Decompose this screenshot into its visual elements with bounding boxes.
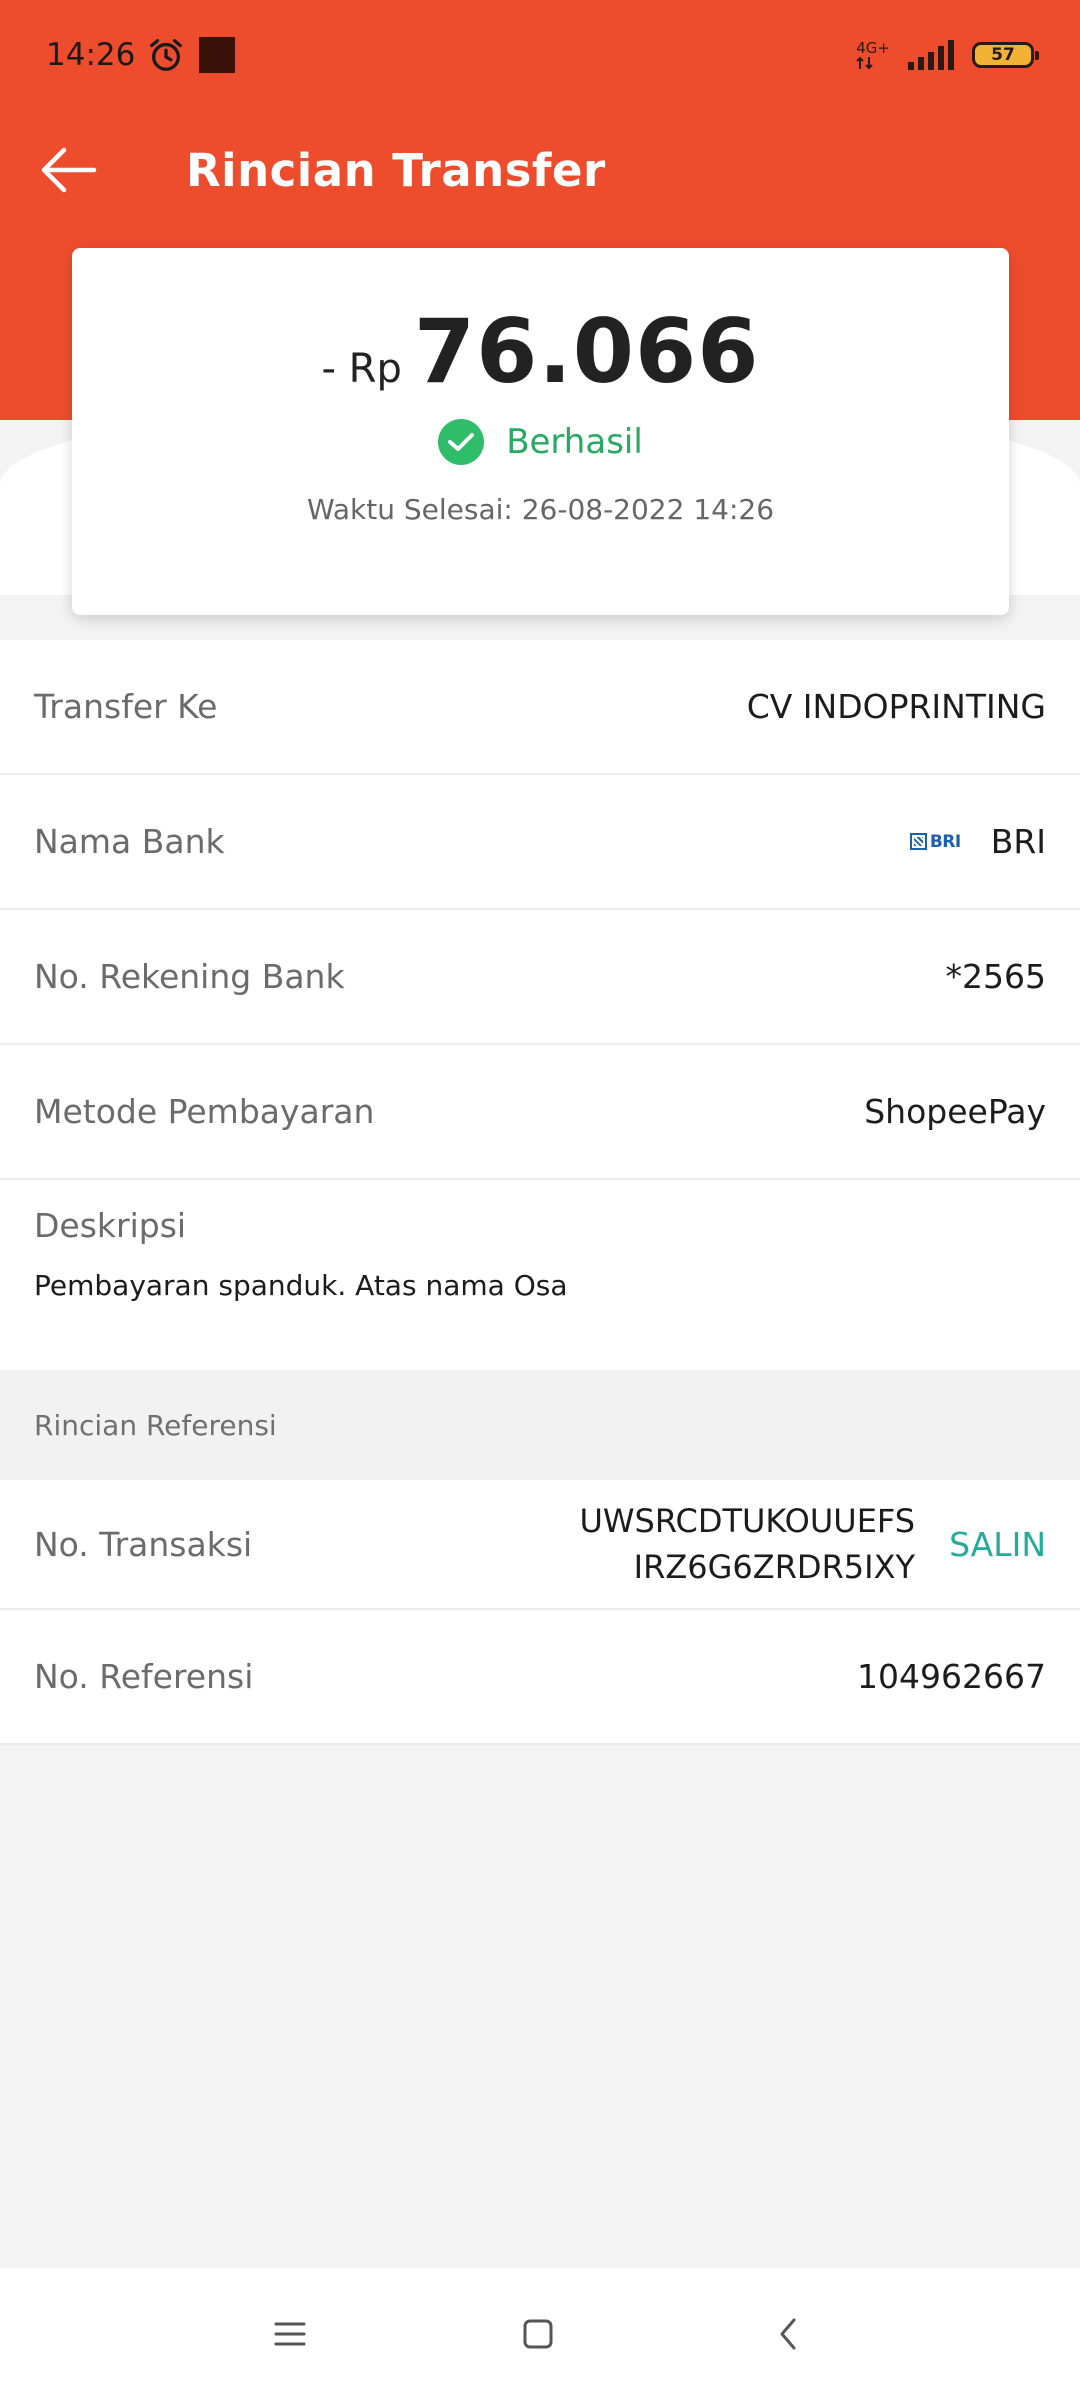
transaction-value-group: UWSRCDTUKOUUEFS IRZ6G6ZRDR5IXY SALIN [579,1498,1046,1590]
method-value: ShopeePay [864,1092,1046,1131]
row-reference-number: No. Referensi 104962667 [0,1610,1080,1745]
row-transfer-to: Transfer Ke CV INDOPRINTING [0,640,1080,775]
alarm-icon [150,39,183,71]
reference-section-header: Rincian Referensi [0,1370,1080,1480]
bri-logo-icon [909,833,927,850]
home-button[interactable] [512,2308,564,2360]
notification-square-icon [199,37,236,73]
status-indicators: 4G+ 57 [856,38,1039,70]
row-transaction-number: No. Transaksi UWSRCDTUKOUUEFS IRZ6G6ZRDR… [0,1480,1080,1610]
bank-value-group: BRI BRI [909,822,1046,861]
row-payment-method: Metode Pembayaran ShopeePay [0,1045,1080,1180]
transaction-id-line1: UWSRCDTUKOUUEFS [579,1502,916,1540]
description-label: Deskripsi [34,1206,187,1245]
transfer-details: Transfer Ke CV INDOPRINTING Nama Bank BR… [0,640,1080,1745]
row-bank-name: Nama Bank BRI BRI [0,775,1080,910]
battery-level: 57 [991,45,1015,65]
row-description: Deskripsi Pembayaran spanduk. Atas nama … [0,1180,1080,1370]
transfer-to-label: Transfer Ke [34,687,218,726]
reference-value: 104962667 [857,1657,1046,1696]
network-type: 4G+ [856,38,890,57]
method-label: Metode Pembayaran [34,1092,375,1131]
nav-back-button[interactable] [762,2308,814,2360]
battery-icon: 57 [972,42,1039,68]
transfer-summary-card: - Rp 76.066 Berhasil Waktu Selesai: 26-0… [72,248,1009,615]
reference-label: No. Referensi [34,1657,254,1696]
bank-value: BRI [990,822,1046,861]
home-icon [523,2319,553,2349]
transaction-id-line2: IRZ6G6ZRDR5IXY [633,1548,916,1586]
amount-value: 76.066 [413,300,760,403]
app-bar: Rincian Transfer [0,110,1080,230]
bank-label: Nama Bank [34,822,225,861]
bri-logo: BRI [909,831,961,852]
network-indicator: 4G+ [856,38,890,70]
account-value: *2565 [945,957,1046,996]
copy-button[interactable]: SALIN [949,1525,1046,1564]
status-badge: Berhasil [506,422,643,462]
check-circle-icon [438,419,485,465]
transaction-label: No. Transaksi [34,1524,253,1564]
amount-prefix: - Rp [321,346,402,392]
status-time: 14:26 [46,37,136,73]
transaction-id: UWSRCDTUKOUUEFS IRZ6G6ZRDR5IXY [579,1498,915,1590]
menu-icon [274,2322,306,2346]
back-button[interactable] [36,138,100,202]
transfer-detail-screen: 14:26 4G+ 57 Rincian Transfer - Rp 76.06… [0,0,1080,2400]
menu-button[interactable] [264,2308,316,2360]
finish-time: Waktu Selesai: 26-08-2022 14:26 [306,493,775,526]
system-nav-bar [0,2268,1080,2400]
signal-icon [908,40,954,70]
data-arrows-icon [856,56,873,69]
amount: - Rp 76.066 [322,300,760,403]
description-value: Pembayaran spanduk. Atas nama Osa [34,1269,568,1302]
page-title: Rincian Transfer [186,143,606,197]
account-label: No. Rekening Bank [34,957,345,996]
status-row: Berhasil [438,419,643,465]
back-icon [780,2318,796,2350]
transfer-to-value: CV INDOPRINTING [746,687,1046,726]
bri-logo-text: BRI [929,831,961,852]
row-account-number: No. Rekening Bank *2565 [0,910,1080,1045]
arrow-left-icon [41,147,97,193]
status-bar: 14:26 4G+ 57 [0,0,1080,110]
